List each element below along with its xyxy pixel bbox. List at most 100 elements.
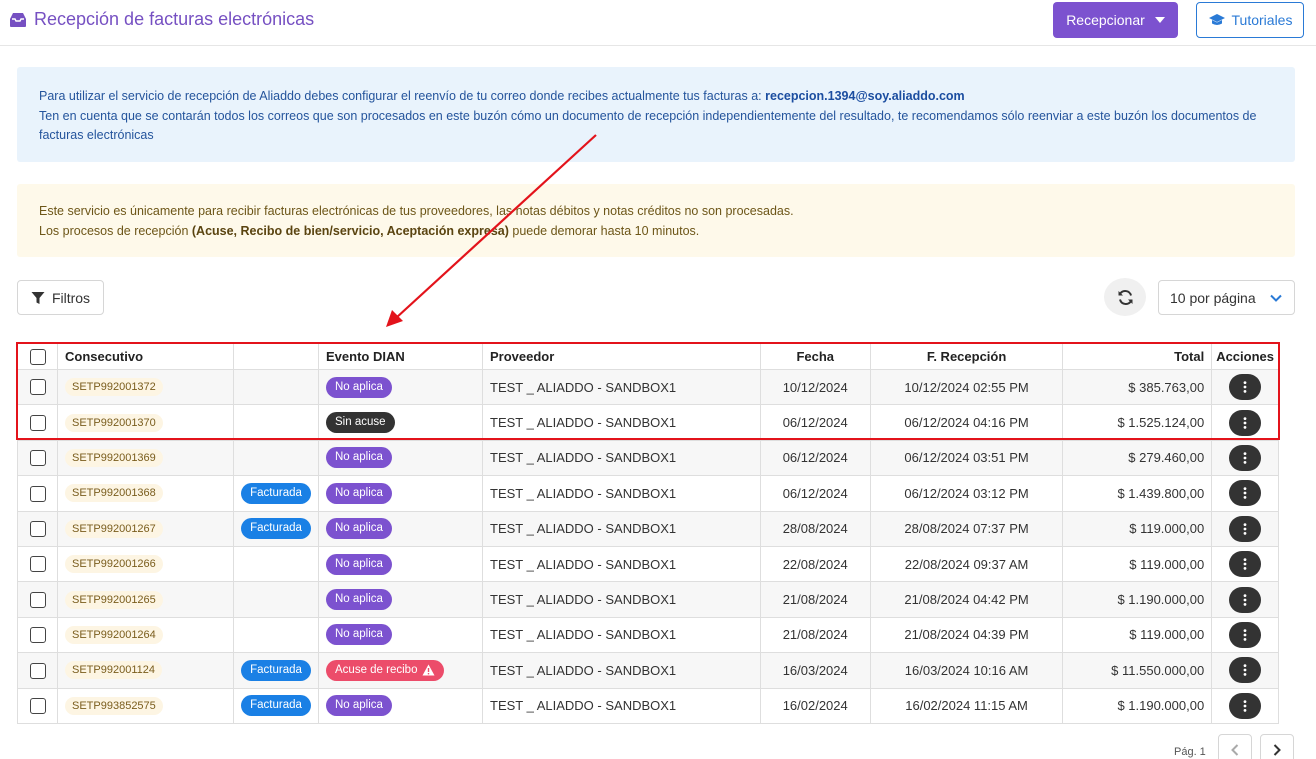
fecha-cell: 16/03/2024: [759, 652, 871, 689]
caret-down-icon: [1154, 17, 1165, 23]
fecha-cell: 10/12/2024: [759, 368, 871, 406]
col-acciones: Acciones: [1211, 343, 1279, 370]
refresh-button[interactable]: [1104, 278, 1146, 316]
consecutivo-badge[interactable]: SETP992001124: [65, 661, 162, 680]
vertical-dots-icon: [1243, 487, 1247, 500]
row-actions-button[interactable]: [1229, 480, 1262, 507]
warning-alert-service: Este servicio es únicamente para recibir…: [17, 184, 1295, 257]
row-select-cell: [17, 545, 58, 583]
row-actions-button[interactable]: [1229, 586, 1262, 613]
total-cell: $ 1.190.000,00: [1062, 581, 1213, 618]
col-evento-dian[interactable]: Evento DIAN: [318, 343, 483, 370]
total-cell: $ 279.460,00: [1062, 439, 1213, 477]
per-page-select[interactable]: 10 por página: [1158, 280, 1295, 315]
table-row: SETP992001124 Facturada Acuse de recibo …: [17, 652, 1279, 689]
chevron-right-icon: [1273, 744, 1281, 756]
consecutivo-badge[interactable]: SETP993852575: [65, 696, 163, 715]
row-checkbox[interactable]: [29, 697, 46, 714]
consecutivo-cell: SETP992001370: [57, 404, 234, 441]
col-total[interactable]: Total: [1062, 343, 1213, 370]
per-page-value: 10 por página: [1170, 289, 1256, 306]
recepcionar-button[interactable]: Recepcionar: [1053, 2, 1178, 38]
proveedor-cell: TEST _ ALIADDO - SANDBOX1: [482, 439, 761, 477]
row-checkbox[interactable]: [29, 414, 46, 431]
chevron-left-icon: [1231, 744, 1239, 756]
pager-next-button[interactable]: [1260, 734, 1294, 759]
col-proveedor[interactable]: Proveedor: [482, 343, 761, 370]
consecutivo-badge[interactable]: SETP992001267: [65, 519, 163, 538]
row-select-cell: [17, 687, 58, 724]
facturada-badge: Facturada: [241, 482, 311, 504]
pager-label: Pág. 1: [1174, 746, 1206, 758]
row-actions-button[interactable]: [1229, 692, 1262, 719]
consecutivo-badge[interactable]: SETP992001370: [65, 413, 163, 432]
vertical-dots-icon: [1243, 452, 1247, 464]
row-checkbox[interactable]: [29, 450, 46, 467]
consecutivo-badge[interactable]: SETP992001265: [65, 590, 163, 609]
acciones-cell: [1211, 439, 1279, 477]
row-checkbox[interactable]: [29, 591, 46, 608]
fecha-cell: 22/08/2024: [759, 545, 871, 583]
table-row: SETP992001369 No aplica TEST _ ALIADDO -…: [17, 439, 1279, 477]
row-checkbox[interactable]: [29, 485, 46, 502]
pager-prev-button[interactable]: [1218, 734, 1252, 759]
f-recepcion-cell: 06/12/2024 03:51 PM: [869, 439, 1064, 477]
row-actions-button[interactable]: [1229, 551, 1262, 578]
f-recepcion-cell: 16/03/2024 10:16 AM: [869, 652, 1064, 689]
row-select-cell: [17, 475, 58, 512]
table-row: SETP992001368 Facturada No aplica TEST _…: [17, 475, 1279, 512]
row-actions-button[interactable]: [1229, 444, 1262, 471]
fecha-cell: 21/08/2024: [759, 616, 871, 654]
warning-line-1: Este servicio es únicamente para recibir…: [39, 204, 794, 218]
consecutivo-badge[interactable]: SETP992001369: [65, 448, 163, 467]
warning-icon: [422, 664, 435, 676]
row-checkbox[interactable]: [29, 556, 46, 573]
consecutivo-badge[interactable]: SETP992001264: [65, 625, 163, 644]
page-title-text: Recepción de facturas electrónicas: [34, 9, 315, 29]
reception-email: recepcion.1394@soy.aliaddo.com: [765, 89, 965, 103]
select-all-checkbox[interactable]: [29, 348, 46, 365]
graduation-cap-icon: [1208, 14, 1225, 25]
proveedor-cell: TEST _ ALIADDO - SANDBOX1: [482, 510, 761, 547]
row-checkbox[interactable]: [29, 627, 46, 644]
table-row: SETP992001372 No aplica TEST _ ALIADDO -…: [17, 368, 1279, 406]
proveedor-cell: TEST _ ALIADDO - SANDBOX1: [482, 404, 761, 441]
tutoriales-button[interactable]: Tutoriales: [1196, 2, 1304, 38]
tutoriales-label: Tutoriales: [1231, 12, 1293, 28]
col-consecutivo[interactable]: Consecutivo: [57, 343, 234, 370]
table-row: SETP992001267 Facturada No aplica TEST _…: [17, 510, 1279, 547]
evento-cell: No aplica: [318, 368, 483, 406]
facturada-cell: Facturada: [233, 687, 319, 724]
row-select-cell: [17, 404, 58, 441]
row-checkbox[interactable]: [29, 521, 46, 538]
evento-cell: No aplica: [318, 510, 483, 547]
evento-dian-badge: No aplica: [326, 518, 392, 540]
col-f-recepcion[interactable]: F. Recepción: [869, 343, 1064, 370]
facturada-cell: Facturada: [233, 475, 319, 512]
col-fecha[interactable]: Fecha: [759, 343, 871, 370]
recepcionar-label: Recepcionar: [1066, 12, 1145, 28]
consecutivo-cell: SETP992001267: [57, 510, 234, 547]
consecutivo-badge[interactable]: SETP992001266: [65, 555, 163, 574]
row-select-cell: [17, 652, 58, 689]
row-actions-button[interactable]: [1229, 374, 1262, 401]
row-checkbox[interactable]: [29, 662, 46, 679]
acciones-cell: [1211, 368, 1279, 406]
acciones-cell: [1211, 475, 1279, 512]
row-actions-button[interactable]: [1229, 657, 1262, 684]
row-select-cell: [17, 510, 58, 547]
acciones-cell: [1211, 687, 1279, 724]
filters-button[interactable]: Filtros: [17, 280, 104, 315]
evento-dian-badge: No aplica: [326, 695, 392, 717]
row-actions-button[interactable]: [1229, 515, 1262, 542]
facturada-badge: Facturada: [241, 695, 311, 717]
row-actions-button[interactable]: [1229, 409, 1262, 436]
facturada-cell: [233, 545, 319, 583]
vertical-dots-icon: [1243, 699, 1247, 712]
row-actions-button[interactable]: [1229, 621, 1262, 648]
consecutivo-cell: SETP992001265: [57, 581, 234, 618]
consecutivo-badge[interactable]: SETP992001368: [65, 484, 163, 503]
row-checkbox[interactable]: [29, 379, 46, 396]
row-select-cell: [17, 368, 58, 406]
consecutivo-badge[interactable]: SETP992001372: [65, 378, 163, 397]
